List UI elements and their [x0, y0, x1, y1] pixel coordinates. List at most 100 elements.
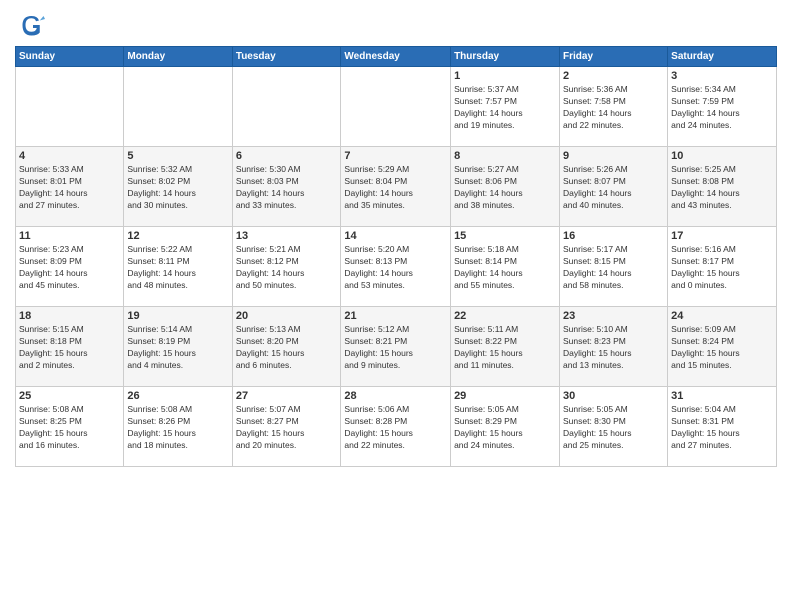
day-number: 21: [344, 310, 447, 322]
day-info: Sunrise: 5:25 AM Sunset: 8:08 PM Dayligh…: [671, 164, 773, 212]
day-info: Sunrise: 5:30 AM Sunset: 8:03 PM Dayligh…: [236, 164, 338, 212]
day-info: Sunrise: 5:32 AM Sunset: 8:02 PM Dayligh…: [127, 164, 228, 212]
calendar-cell: 16 Sunrise: 5:17 AM Sunset: 8:15 PM Dayli…: [560, 227, 668, 307]
day-info: Sunrise: 5:13 AM Sunset: 8:20 PM Dayligh…: [236, 324, 338, 372]
day-number: 24: [671, 310, 773, 322]
day-number: 10: [671, 150, 773, 162]
week-row-0: 1 Sunrise: 5:37 AM Sunset: 7:57 PM Daylig…: [16, 67, 777, 147]
calendar-cell: 4Sunrise: 5:33 AM Sunset: 8:01 PM Daylig…: [16, 147, 124, 227]
day-number: 28: [344, 390, 447, 402]
calendar-table: SundayMondayTuesdayWednesdayThursdayFrid…: [15, 46, 777, 467]
day-info: Sunrise: 5:33 AM Sunset: 8:01 PM Dayligh…: [19, 164, 120, 212]
day-number: 29: [454, 390, 556, 402]
day-info: Sunrise: 5:10 AM Sunset: 8:23 PM Dayligh…: [563, 324, 664, 372]
calendar-cell: 21 Sunrise: 5:12 AM Sunset: 8:21 PM Dayli…: [341, 307, 451, 387]
day-number: 27: [236, 390, 338, 402]
calendar-cell: 28 Sunrise: 5:06 AM Sunset: 8:28 PM Dayli…: [341, 387, 451, 467]
day-number: 13: [236, 230, 338, 242]
week-row-2: 11 Sunrise: 5:23 AM Sunset: 8:09 PM Dayli…: [16, 227, 777, 307]
day-info: Sunrise: 5:08 AM Sunset: 8:25 PM Dayligh…: [19, 404, 120, 452]
day-header-wednesday: Wednesday: [341, 47, 451, 67]
day-number: 19: [127, 310, 228, 322]
calendar-cell: 10 Sunrise: 5:25 AM Sunset: 8:08 PM Dayli…: [668, 147, 777, 227]
day-number: 31: [671, 390, 773, 402]
calendar-cell: [341, 67, 451, 147]
day-number: 14: [344, 230, 447, 242]
day-info: Sunrise: 5:34 AM Sunset: 7:59 PM Dayligh…: [671, 84, 773, 132]
day-info: Sunrise: 5:20 AM Sunset: 8:13 PM Dayligh…: [344, 244, 447, 292]
day-info: Sunrise: 5:16 AM Sunset: 8:17 PM Dayligh…: [671, 244, 773, 292]
day-header-saturday: Saturday: [668, 47, 777, 67]
day-info: Sunrise: 5:21 AM Sunset: 8:12 PM Dayligh…: [236, 244, 338, 292]
day-info: Sunrise: 5:05 AM Sunset: 8:30 PM Dayligh…: [563, 404, 664, 452]
calendar-cell: 19Sunrise: 5:14 AM Sunset: 8:19 PM Dayli…: [124, 307, 232, 387]
calendar-cell: 20 Sunrise: 5:13 AM Sunset: 8:20 PM Dayli…: [232, 307, 341, 387]
day-number: 9: [563, 150, 664, 162]
calendar-cell: [124, 67, 232, 147]
calendar-cell: 8 Sunrise: 5:27 AM Sunset: 8:06 PM Daylig…: [451, 147, 560, 227]
calendar-cell: 9 Sunrise: 5:26 AM Sunset: 8:07 PM Daylig…: [560, 147, 668, 227]
calendar-cell: 29Sunrise: 5:05 AM Sunset: 8:29 PM Dayli…: [451, 387, 560, 467]
day-info: Sunrise: 5:18 AM Sunset: 8:14 PM Dayligh…: [454, 244, 556, 292]
day-number: 7: [344, 150, 447, 162]
week-row-1: 4Sunrise: 5:33 AM Sunset: 8:01 PM Daylig…: [16, 147, 777, 227]
calendar-cell: 1 Sunrise: 5:37 AM Sunset: 7:57 PM Daylig…: [451, 67, 560, 147]
day-number: 12: [127, 230, 228, 242]
calendar-cell: 7 Sunrise: 5:29 AM Sunset: 8:04 PM Daylig…: [341, 147, 451, 227]
calendar-cell: 22 Sunrise: 5:11 AM Sunset: 8:22 PM Dayli…: [451, 307, 560, 387]
day-number: 3: [671, 70, 773, 82]
day-info: Sunrise: 5:37 AM Sunset: 7:57 PM Dayligh…: [454, 84, 556, 132]
day-info: Sunrise: 5:29 AM Sunset: 8:04 PM Dayligh…: [344, 164, 447, 212]
logo: [15, 10, 49, 40]
calendar-body: 1 Sunrise: 5:37 AM Sunset: 7:57 PM Daylig…: [16, 67, 777, 467]
day-info: Sunrise: 5:22 AM Sunset: 8:11 PM Dayligh…: [127, 244, 228, 292]
day-info: Sunrise: 5:08 AM Sunset: 8:26 PM Dayligh…: [127, 404, 228, 452]
day-number: 26: [127, 390, 228, 402]
calendar-cell: 25 Sunrise: 5:08 AM Sunset: 8:25 PM Dayli…: [16, 387, 124, 467]
day-info: Sunrise: 5:07 AM Sunset: 8:27 PM Dayligh…: [236, 404, 338, 452]
calendar-header: SundayMondayTuesdayWednesdayThursdayFrid…: [16, 47, 777, 67]
day-info: Sunrise: 5:09 AM Sunset: 8:24 PM Dayligh…: [671, 324, 773, 372]
day-header-monday: Monday: [124, 47, 232, 67]
day-info: Sunrise: 5:27 AM Sunset: 8:06 PM Dayligh…: [454, 164, 556, 212]
logo-icon: [15, 10, 45, 40]
day-info: Sunrise: 5:12 AM Sunset: 8:21 PM Dayligh…: [344, 324, 447, 372]
day-header-thursday: Thursday: [451, 47, 560, 67]
calendar-cell: [232, 67, 341, 147]
day-number: 25: [19, 390, 120, 402]
calendar-cell: 14 Sunrise: 5:20 AM Sunset: 8:13 PM Dayli…: [341, 227, 451, 307]
day-info: Sunrise: 5:36 AM Sunset: 7:58 PM Dayligh…: [563, 84, 664, 132]
day-number: 22: [454, 310, 556, 322]
day-info: Sunrise: 5:06 AM Sunset: 8:28 PM Dayligh…: [344, 404, 447, 452]
day-info: Sunrise: 5:23 AM Sunset: 8:09 PM Dayligh…: [19, 244, 120, 292]
calendar-cell: 12 Sunrise: 5:22 AM Sunset: 8:11 PM Dayli…: [124, 227, 232, 307]
day-number: 6: [236, 150, 338, 162]
day-number: 20: [236, 310, 338, 322]
day-number: 23: [563, 310, 664, 322]
day-header-sunday: Sunday: [16, 47, 124, 67]
calendar-cell: 2Sunrise: 5:36 AM Sunset: 7:58 PM Daylig…: [560, 67, 668, 147]
calendar-cell: 23 Sunrise: 5:10 AM Sunset: 8:23 PM Dayli…: [560, 307, 668, 387]
day-info: Sunrise: 5:26 AM Sunset: 8:07 PM Dayligh…: [563, 164, 664, 212]
day-number: 30: [563, 390, 664, 402]
calendar-cell: 11 Sunrise: 5:23 AM Sunset: 8:09 PM Dayli…: [16, 227, 124, 307]
day-info: Sunrise: 5:15 AM Sunset: 8:18 PM Dayligh…: [19, 324, 120, 372]
day-number: 18: [19, 310, 120, 322]
calendar-cell: 26 Sunrise: 5:08 AM Sunset: 8:26 PM Dayli…: [124, 387, 232, 467]
day-number: 1: [454, 70, 556, 82]
day-number: 11: [19, 230, 120, 242]
day-header-friday: Friday: [560, 47, 668, 67]
calendar-cell: 17Sunrise: 5:16 AM Sunset: 8:17 PM Dayli…: [668, 227, 777, 307]
day-number: 16: [563, 230, 664, 242]
calendar-cell: 27 Sunrise: 5:07 AM Sunset: 8:27 PM Dayli…: [232, 387, 341, 467]
calendar-cell: 24 Sunrise: 5:09 AM Sunset: 8:24 PM Dayli…: [668, 307, 777, 387]
calendar-cell: 6 Sunrise: 5:30 AM Sunset: 8:03 PM Daylig…: [232, 147, 341, 227]
week-row-4: 25 Sunrise: 5:08 AM Sunset: 8:25 PM Dayli…: [16, 387, 777, 467]
day-info: Sunrise: 5:11 AM Sunset: 8:22 PM Dayligh…: [454, 324, 556, 372]
day-header-tuesday: Tuesday: [232, 47, 341, 67]
calendar-cell: 3 Sunrise: 5:34 AM Sunset: 7:59 PM Daylig…: [668, 67, 777, 147]
day-info: Sunrise: 5:04 AM Sunset: 8:31 PM Dayligh…: [671, 404, 773, 452]
week-row-3: 18 Sunrise: 5:15 AM Sunset: 8:18 PM Dayli…: [16, 307, 777, 387]
day-info: Sunrise: 5:17 AM Sunset: 8:15 PM Dayligh…: [563, 244, 664, 292]
day-number: 8: [454, 150, 556, 162]
